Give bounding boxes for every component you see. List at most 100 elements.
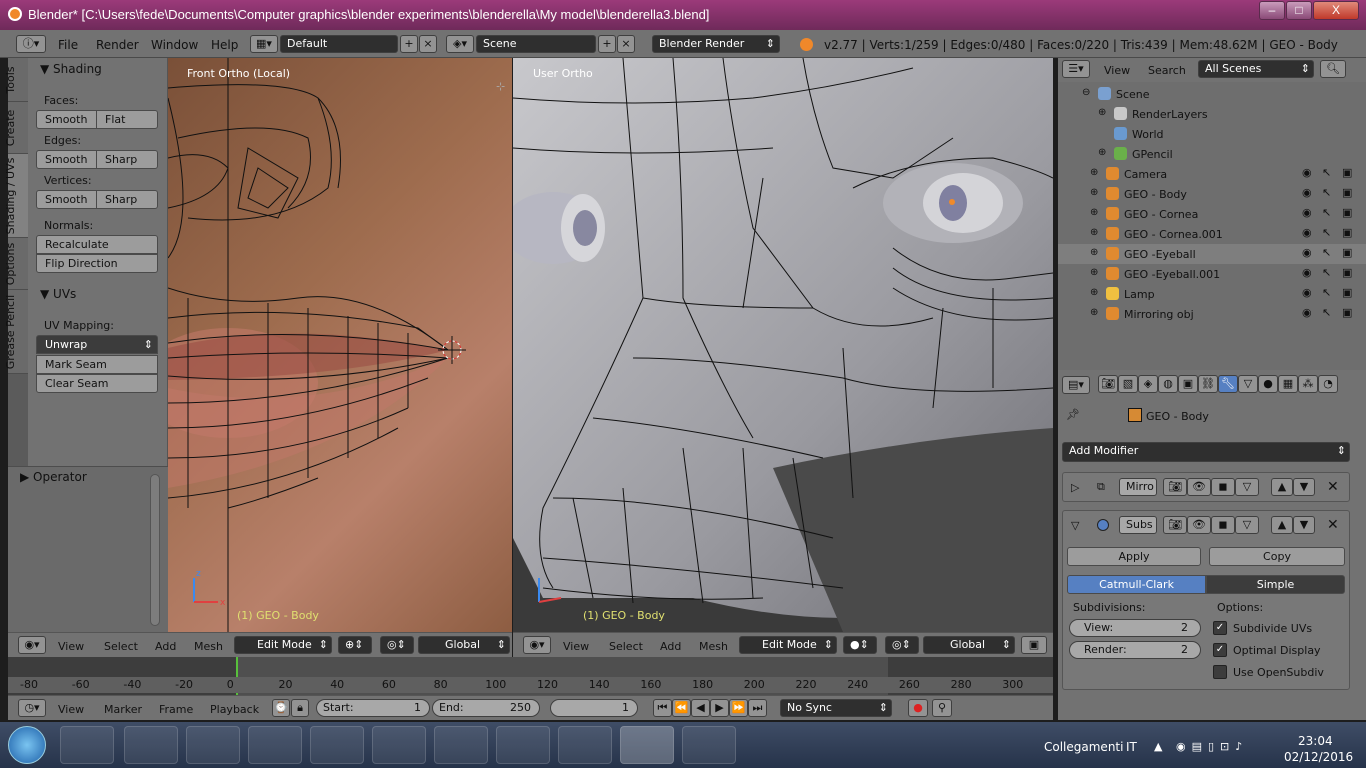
scene-tab-icon[interactable]: ◈ bbox=[1138, 375, 1158, 393]
preview-range-button[interactable]: ⌚ bbox=[272, 699, 290, 717]
outliner-filter-select[interactable]: All Scenes ⇕ bbox=[1198, 60, 1314, 78]
file-explorer-icon[interactable] bbox=[248, 726, 302, 764]
subsurf-move-down-icon[interactable]: ▼ bbox=[1293, 516, 1315, 534]
scene-icon[interactable]: ◈▾ bbox=[446, 35, 474, 53]
mark-seam-button[interactable]: Mark Seam bbox=[36, 355, 158, 374]
render-camera-icon[interactable]: ▣ bbox=[1342, 186, 1352, 199]
material-tab-icon[interactable]: ● bbox=[1258, 375, 1278, 393]
menu-render[interactable]: Render bbox=[96, 38, 139, 52]
render-camera-icon[interactable]: ▣ bbox=[1342, 226, 1352, 239]
scene-field[interactable]: Scene bbox=[476, 35, 596, 53]
mirror-viewport-eye-icon[interactable]: 👁︎ bbox=[1187, 478, 1211, 496]
lock-icon[interactable]: 🔒︎ bbox=[291, 699, 309, 717]
render-camera-icon[interactable]: ▣ bbox=[1342, 306, 1352, 319]
mirror-cage-icon[interactable]: ▽ bbox=[1235, 478, 1259, 496]
uvs-panel-header[interactable]: ▼ UVs bbox=[40, 287, 76, 301]
paint-app-icon[interactable] bbox=[682, 726, 736, 764]
operator-scrollbar[interactable] bbox=[150, 474, 160, 626]
shading-panel-header[interactable]: ▼ Shading bbox=[40, 62, 102, 76]
menu-file[interactable]: File bbox=[58, 38, 78, 52]
collapse-arrow-icon[interactable]: ▽ bbox=[1071, 519, 1079, 532]
outliner-item[interactable]: GEO -Eyeball.001 ⊕ ◉ ↖ ▣ bbox=[1058, 264, 1366, 284]
layers-icon[interactable]: ▣ bbox=[1021, 636, 1047, 654]
tab-grease-pencil[interactable]: Grease Pencil bbox=[4, 290, 28, 374]
cursor-select-icon[interactable]: ↖ bbox=[1322, 286, 1331, 299]
subsurf-viewport-eye-icon[interactable]: 👁︎ bbox=[1187, 516, 1211, 534]
vp2-pivot-select[interactable]: ◎⇕ bbox=[885, 636, 919, 654]
vp2-menu-select[interactable]: Select bbox=[609, 640, 643, 653]
eye-icon[interactable]: ◉ bbox=[1302, 206, 1312, 219]
particles-tab-icon[interactable]: ⁂ bbox=[1298, 375, 1318, 393]
outliner-item[interactable]: World bbox=[1058, 124, 1366, 144]
constraints-tab-icon[interactable]: ⛓ bbox=[1198, 375, 1218, 393]
expand-toggle-icon[interactable]: ⊕ bbox=[1098, 147, 1106, 158]
faces-flat-button[interactable]: Flat bbox=[96, 110, 158, 129]
subsurf-editmode-icon[interactable]: ◼ bbox=[1211, 516, 1235, 534]
media-player-icon[interactable] bbox=[60, 726, 114, 764]
vertices-sharp-button[interactable]: Sharp bbox=[96, 190, 158, 209]
vertices-smooth-button[interactable]: Smooth bbox=[36, 190, 97, 209]
clock-time[interactable]: 23:04 bbox=[1298, 734, 1333, 748]
vp1-mode-select[interactable]: Edit Mode ⇕ bbox=[234, 636, 332, 654]
physics-tab-icon[interactable]: ◔ bbox=[1318, 375, 1338, 393]
close-button[interactable]: X bbox=[1313, 1, 1359, 20]
expand-toggle-icon[interactable]: ⊕ bbox=[1090, 207, 1098, 218]
outliner-item[interactable]: GEO - Body ⊕ ◉ ↖ ▣ bbox=[1058, 184, 1366, 204]
expand-toggle-icon[interactable]: ⊕ bbox=[1090, 187, 1098, 198]
viewport-user-ortho[interactable]: User Ortho (1) GEO - Body bbox=[513, 58, 1053, 632]
vp2-orientation-select[interactable]: Global ⇕ bbox=[923, 636, 1015, 654]
outliner-item[interactable]: Scene ⊖ bbox=[1058, 84, 1366, 104]
tl-menu-playback[interactable]: Playback bbox=[210, 703, 259, 716]
use-opensubdiv-checkbox[interactable] bbox=[1213, 665, 1227, 679]
clock-date[interactable]: 02/12/2016 bbox=[1284, 750, 1353, 764]
mirror-modifier-name[interactable]: Mirro bbox=[1119, 478, 1157, 496]
tab-options[interactable]: Options bbox=[4, 238, 28, 290]
jump-keyframe-back-button[interactable]: ⏪ bbox=[672, 699, 691, 717]
eye-icon[interactable]: ◉ bbox=[1302, 246, 1312, 259]
outliner-item[interactable]: GEO - Cornea ⊕ ◉ ↖ ▣ bbox=[1058, 204, 1366, 224]
vp1-orientation-select[interactable]: Global ⇕ bbox=[418, 636, 510, 654]
vp1-shading-select[interactable]: ⊕⇕ bbox=[338, 636, 372, 654]
tl-menu-frame[interactable]: Frame bbox=[159, 703, 193, 716]
minimize-button[interactable]: – bbox=[1259, 1, 1285, 20]
render-camera-icon[interactable]: ▣ bbox=[1342, 166, 1352, 179]
subdivide-uvs-checkbox[interactable]: ✓ bbox=[1213, 621, 1227, 635]
render-tab-icon[interactable]: 📷︎ bbox=[1098, 375, 1118, 393]
cursor-select-icon[interactable]: ↖ bbox=[1322, 306, 1331, 319]
tray-expand-icon[interactable]: ▲ bbox=[1154, 740, 1162, 753]
cursor-select-icon[interactable]: ↖ bbox=[1322, 266, 1331, 279]
apply-button[interactable]: Apply bbox=[1067, 547, 1201, 566]
expand-toggle-icon[interactable]: ⊕ bbox=[1090, 287, 1098, 298]
gimp-icon[interactable] bbox=[186, 726, 240, 764]
photo-app-icon[interactable] bbox=[372, 726, 426, 764]
firefox-icon[interactable] bbox=[310, 726, 364, 764]
vp2-menu-add[interactable]: Add bbox=[660, 640, 681, 653]
eye-icon[interactable]: ◉ bbox=[1302, 166, 1312, 179]
editor-type-outliner-button[interactable]: ☰▾ bbox=[1062, 60, 1090, 78]
start-frame-field[interactable]: Start: 1 bbox=[316, 699, 430, 717]
eye-icon[interactable]: ◉ bbox=[1302, 286, 1312, 299]
expand-toggle-icon[interactable]: ⊕ bbox=[1090, 167, 1098, 178]
office-app-icon[interactable] bbox=[434, 726, 488, 764]
cursor-select-icon[interactable]: ↖ bbox=[1322, 186, 1331, 199]
cursor-select-icon[interactable]: ↖ bbox=[1322, 226, 1331, 239]
add-modifier-select[interactable]: Add Modifier ⇕ bbox=[1062, 442, 1350, 462]
render-camera-icon[interactable]: ▣ bbox=[1342, 246, 1352, 259]
jump-start-button[interactable]: ⏮ bbox=[653, 699, 672, 717]
menu-window[interactable]: Window bbox=[151, 38, 198, 52]
copy-button[interactable]: Copy bbox=[1209, 547, 1345, 566]
internet-explorer-icon[interactable] bbox=[124, 726, 178, 764]
texture-tab-icon[interactable]: ▦ bbox=[1278, 375, 1298, 393]
mirror-move-up-icon[interactable]: ▲ bbox=[1271, 478, 1293, 496]
subsurf-cage-icon[interactable]: ▽ bbox=[1235, 516, 1259, 534]
subsurf-move-up-icon[interactable]: ▲ bbox=[1271, 516, 1293, 534]
maximize-button[interactable]: □ bbox=[1286, 1, 1312, 20]
subsurf-modifier-name[interactable]: Subs bbox=[1119, 516, 1157, 534]
sync-select[interactable]: No Sync ⇕ bbox=[780, 699, 892, 717]
simple-button[interactable]: Simple bbox=[1206, 575, 1345, 594]
plus-icon[interactable]: ⊹ bbox=[496, 80, 505, 93]
render-camera-icon[interactable]: ▣ bbox=[1342, 206, 1352, 219]
outliner-item[interactable]: Camera ⊕ ◉ ↖ ▣ bbox=[1058, 164, 1366, 184]
expand-toggle-icon[interactable]: ⊕ bbox=[1090, 267, 1098, 278]
jump-end-button[interactable]: ⏭ bbox=[748, 699, 767, 717]
